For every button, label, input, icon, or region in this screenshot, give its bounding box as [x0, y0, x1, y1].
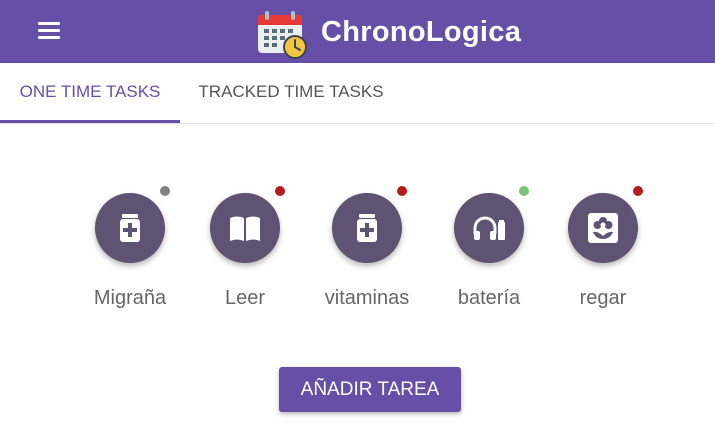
task-label: regar [579, 287, 627, 309]
task-label: Leer [224, 287, 266, 309]
task-icon-button[interactable] [95, 193, 165, 263]
status-dot [519, 186, 529, 196]
task-icon-button[interactable] [568, 193, 638, 263]
calendar-clock-icon [258, 11, 307, 59]
tab-tracked-time-tasks[interactable]: TRACKED TIME TASKS [180, 63, 402, 123]
tab-bar: ONE TIME TASKS TRACKED TIME TASKS [0, 63, 715, 124]
active-tab-indicator [0, 120, 180, 123]
task-item-bateria[interactable]: batería [429, 186, 549, 316]
task-label: Migraña [93, 287, 167, 309]
menu-icon[interactable] [38, 22, 60, 40]
task-icon-button[interactable] [210, 193, 280, 263]
add-task-button[interactable]: AÑADIR TAREA [279, 367, 461, 412]
flower-icon [588, 213, 618, 243]
medicine-jar-icon [120, 214, 140, 242]
headphones-battery-icon [473, 216, 505, 240]
status-dot [160, 186, 170, 196]
app-bar: ChronoLogica [0, 0, 715, 63]
task-label: batería [457, 287, 521, 309]
task-item-migrana[interactable]: Migraña [70, 186, 190, 316]
task-item-regar[interactable]: regar [543, 186, 663, 316]
task-label: vitaminas [324, 287, 410, 309]
medicine-jar-icon [357, 214, 377, 242]
status-dot [633, 186, 643, 196]
task-icon-button[interactable] [454, 193, 524, 263]
book-open-icon [230, 216, 260, 241]
task-icon-button[interactable] [332, 193, 402, 263]
status-dot [275, 186, 285, 196]
task-item-leer[interactable]: Leer [185, 186, 305, 316]
app-title: ChronoLogica [321, 16, 522, 48]
task-item-vitaminas[interactable]: vitaminas [307, 186, 427, 316]
tab-one-time-tasks[interactable]: ONE TIME TASKS [0, 63, 180, 123]
status-dot [397, 186, 407, 196]
